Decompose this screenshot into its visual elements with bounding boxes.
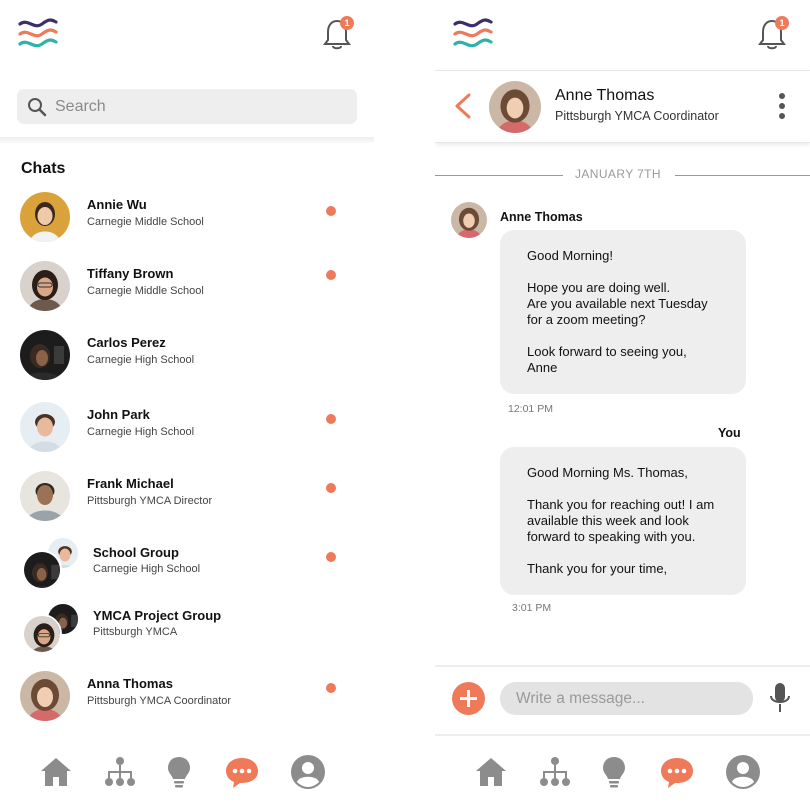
chat-subtitle: Pittsburgh YMCA Director — [87, 495, 213, 507]
divider — [435, 665, 810, 667]
chat-subtitle: Carnegie High School — [87, 354, 195, 366]
avatar — [20, 192, 70, 242]
unread-indicator — [326, 270, 336, 280]
lightbulb-icon[interactable] — [161, 754, 197, 790]
more-options-icon[interactable] — [775, 93, 789, 123]
chat-item-annie-wu[interactable]: Annie Wu Carnegie Middle School — [0, 186, 374, 248]
conversation-screen: 1 Anne Thomas Pittsburgh YMCA Coordinato… — [435, 0, 810, 812]
avatar — [20, 471, 70, 521]
unread-indicator — [326, 683, 336, 693]
message-time: 3:01 PM — [512, 602, 552, 614]
unread-indicator — [326, 206, 336, 216]
avatar — [20, 330, 70, 380]
unread-indicator — [326, 483, 336, 493]
microphone-icon[interactable] — [769, 682, 791, 714]
chat-subtitle: Carnegie High School — [93, 563, 201, 575]
chat-item-tiffany-brown[interactable]: Tiffany Brown Carnegie Middle School — [0, 255, 374, 317]
message-sender: You — [718, 426, 741, 440]
avatar — [20, 261, 70, 311]
add-attachment-button[interactable] — [452, 682, 485, 715]
avatar — [20, 671, 70, 721]
notification-badge: 1 — [775, 16, 789, 30]
date-label: JANUARY 7TH — [575, 167, 661, 181]
bottom-nav — [0, 748, 374, 798]
avatar — [22, 550, 62, 590]
home-icon[interactable] — [38, 754, 74, 790]
chat-item-frank-michael[interactable]: Frank Michael Pittsburgh YMCA Director — [0, 465, 374, 527]
unread-indicator — [326, 414, 336, 424]
profile-icon[interactable] — [725, 754, 761, 790]
unread-indicator — [326, 552, 336, 562]
avatar — [489, 81, 541, 133]
chat-bubble-icon[interactable] — [224, 754, 260, 790]
message-bubble-outgoing: Good Morning Ms. Thomas, Thank you for r… — [500, 447, 746, 595]
chat-item-ymca-project-group[interactable]: YMCA Project Group Pittsburgh YMCA — [0, 600, 374, 662]
chat-item-carlos-perez[interactable]: Carlos Perez Carnegie High School — [0, 324, 374, 386]
message-sender: Anne Thomas — [500, 210, 583, 224]
message-bubble-incoming: Good Morning! Hope you are doing well. A… — [500, 230, 746, 394]
chat-name: John Park — [87, 407, 150, 422]
back-arrow-icon[interactable] — [451, 91, 475, 121]
contact-subtitle: Pittsburgh YMCA Coordinator — [555, 109, 719, 123]
chat-item-john-park[interactable]: John Park Carnegie High School — [0, 396, 374, 458]
search-input[interactable] — [55, 89, 345, 124]
divider — [0, 137, 374, 143]
message-time: 12:01 PM — [508, 403, 553, 415]
avatar — [20, 402, 70, 452]
chat-name: Tiffany Brown — [87, 266, 174, 281]
network-icon[interactable] — [537, 754, 573, 790]
chat-subtitle: Carnegie Middle School — [87, 216, 204, 228]
bell-icon[interactable]: 1 — [757, 16, 789, 52]
chat-item-school-group[interactable]: School Group Carnegie High School — [0, 536, 374, 598]
chat-list-screen: 1 Chats Annie Wu Carnegie Middle School … — [0, 0, 374, 812]
chat-name: Anna Thomas — [87, 676, 173, 691]
chat-name: School Group — [93, 545, 179, 560]
conversation-header: Anne Thomas Pittsburgh YMCA Coordinator — [435, 70, 810, 143]
lightbulb-icon[interactable] — [596, 754, 632, 790]
chat-bubble-icon[interactable] — [659, 754, 695, 790]
chat-name: Carlos Perez — [87, 335, 166, 350]
chat-name: YMCA Project Group — [93, 608, 222, 623]
chats-heading: Chats — [21, 160, 66, 177]
date-separator: JANUARY 7TH — [435, 166, 810, 184]
chat-name: Frank Michael — [87, 476, 174, 491]
home-icon[interactable] — [473, 754, 509, 790]
contact-name: Anne Thomas — [555, 87, 655, 104]
bell-icon[interactable]: 1 — [322, 16, 354, 52]
avatar — [22, 614, 62, 654]
notification-badge: 1 — [340, 16, 354, 30]
message-input[interactable] — [500, 682, 753, 715]
network-icon[interactable] — [102, 754, 138, 790]
profile-icon[interactable] — [290, 754, 326, 790]
app-logo-icon[interactable] — [18, 16, 58, 52]
chat-subtitle: Pittsburgh YMCA Coordinator — [87, 695, 232, 707]
chat-subtitle: Carnegie Middle School — [87, 285, 204, 297]
app-logo-icon[interactable] — [453, 16, 493, 52]
chat-subtitle: Pittsburgh YMCA — [93, 626, 178, 638]
chat-subtitle: Carnegie High School — [87, 426, 195, 438]
divider — [435, 734, 810, 736]
sender-avatar — [451, 202, 487, 238]
chat-name: Annie Wu — [87, 197, 147, 212]
bottom-nav — [435, 748, 809, 798]
search-bar[interactable] — [17, 89, 357, 124]
search-icon — [28, 98, 47, 117]
chat-item-anna-thomas[interactable]: Anna Thomas Pittsburgh YMCA Coordinator — [0, 665, 374, 727]
